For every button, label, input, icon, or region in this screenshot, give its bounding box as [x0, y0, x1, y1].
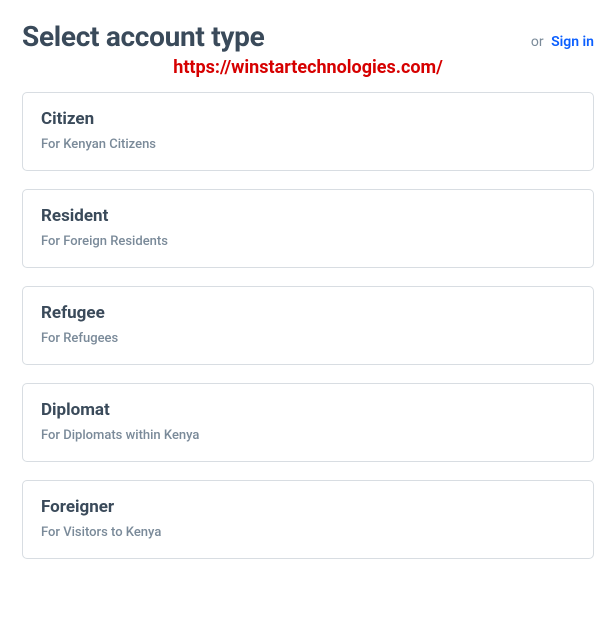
option-desc: For Foreign Residents [41, 234, 575, 249]
option-desc: For Refugees [41, 331, 575, 346]
option-citizen[interactable]: Citizen For Kenyan Citizens [22, 92, 594, 171]
option-desc: For Visitors to Kenya [41, 525, 575, 540]
option-foreigner[interactable]: Foreigner For Visitors to Kenya [22, 480, 594, 559]
option-desc: For Diplomats within Kenya [41, 428, 575, 443]
signin-block: or Sign in [531, 34, 594, 50]
overlay-url-watermark: https://winstartechnologies.com/ [22, 57, 594, 78]
option-desc: For Kenyan Citizens [41, 137, 575, 152]
option-diplomat[interactable]: Diplomat For Diplomats within Kenya [22, 383, 594, 462]
page-title: Select account type [22, 20, 264, 53]
page-header: Select account type or Sign in [22, 20, 594, 53]
signin-link[interactable]: Sign in [551, 34, 594, 50]
option-refugee[interactable]: Refugee For Refugees [22, 286, 594, 365]
or-text: or [531, 34, 544, 50]
account-type-options: Citizen For Kenyan Citizens Resident For… [22, 92, 594, 559]
option-resident[interactable]: Resident For Foreign Residents [22, 189, 594, 268]
option-title: Diplomat [41, 400, 575, 420]
option-title: Refugee [41, 303, 575, 323]
option-title: Resident [41, 206, 575, 226]
option-title: Citizen [41, 109, 575, 129]
option-title: Foreigner [41, 497, 575, 517]
